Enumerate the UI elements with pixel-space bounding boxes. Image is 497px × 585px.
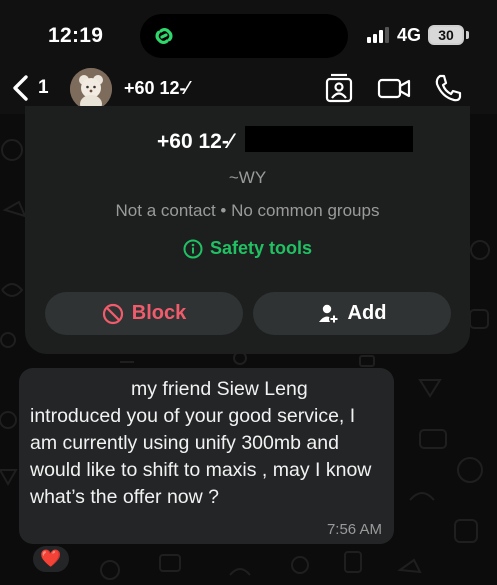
contact-card-icon[interactable]: [322, 72, 356, 104]
block-label: Block: [131, 302, 187, 324]
battery-indicator: 30: [428, 25, 464, 45]
safety-tools-link[interactable]: Safety tools: [25, 238, 470, 259]
dynamic-island: [140, 14, 348, 58]
link-icon: [155, 28, 173, 44]
block-button[interactable]: Block: [45, 292, 243, 335]
message-text: my friend Siew Leng introduced you of yo…: [30, 378, 372, 508]
unread-count: 1: [38, 77, 49, 98]
status-time: 12:19: [48, 24, 104, 47]
info-icon: [183, 239, 203, 258]
status-bar: 12:19 4G 30: [0, 0, 497, 62]
add-label: Add: [347, 302, 387, 324]
redaction-bar: [245, 126, 413, 152]
contact-meta: Not a contact • No common groups: [115, 201, 380, 220]
incoming-message-bubble[interactable]: my friend Siew Leng introduced you of yo…: [19, 368, 394, 544]
signal-icon: [367, 27, 389, 43]
contact-number: +60 12-⁄: [157, 130, 233, 153]
add-contact-button[interactable]: Add: [253, 292, 451, 335]
back-button[interactable]: 1: [10, 72, 49, 104]
chat-title[interactable]: +60 12-⁄: [124, 78, 189, 99]
chevron-left-icon: [13, 75, 28, 101]
battery-tip: [466, 31, 469, 39]
add-person-icon: [318, 304, 339, 324]
teddy-bear-avatar: [70, 68, 112, 110]
phone-icon[interactable]: [432, 72, 466, 104]
contact-nickname: ~WY: [228, 168, 267, 187]
avatar[interactable]: [70, 68, 112, 110]
block-icon: [102, 303, 123, 324]
video-call-icon[interactable]: [377, 72, 411, 104]
contact-info-card: +60 12-⁄ ~WY Not a contact • No common g…: [25, 106, 470, 354]
message-time: 7:56 AM: [326, 521, 382, 538]
network-type: 4G: [397, 25, 422, 45]
safety-tools-label: Safety tools: [209, 238, 313, 258]
heart-reaction[interactable]: ❤️: [31, 544, 71, 574]
